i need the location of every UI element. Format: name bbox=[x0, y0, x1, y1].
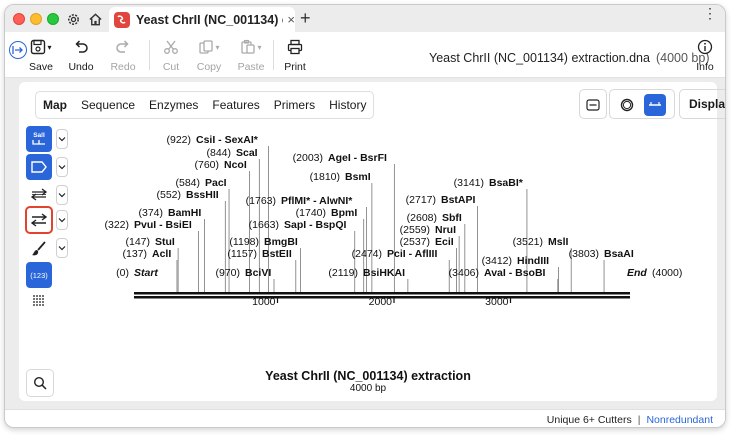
enzyme-labels: (137) AclI(147) StuI (322) PvuI - BsiEI(374)… bbox=[104, 134, 633, 279]
enzyme-name[interactable]: BpmI bbox=[331, 207, 357, 219]
enzyme-name[interactable]: BsaAI bbox=[604, 248, 634, 260]
enzyme-name[interactable]: BstAPI bbox=[441, 194, 476, 206]
enzyme-name[interactable]: NruI bbox=[435, 224, 456, 236]
enzyme-name[interactable]: BamHI bbox=[168, 207, 201, 219]
enzyme-name[interactable]: AgeI - BsrFI bbox=[328, 152, 387, 164]
site-position: (552) bbox=[156, 189, 181, 201]
site-position: (322) bbox=[104, 219, 129, 231]
site-position: (147) bbox=[125, 236, 150, 248]
site-position: (3521) bbox=[513, 236, 543, 248]
enzyme-name[interactable]: BsmI bbox=[345, 171, 371, 183]
site-position: (3141) bbox=[454, 177, 484, 189]
site-position: (2717) bbox=[406, 194, 436, 206]
side-panel-toggle[interactable] bbox=[9, 41, 27, 59]
site-position: (3406) bbox=[449, 267, 479, 279]
site-position: (2119) bbox=[328, 267, 358, 279]
enzyme-name[interactable]: PvuI - BsiEI bbox=[134, 219, 192, 231]
site-position: (760) bbox=[194, 159, 219, 171]
enzyme-name[interactable]: StuI bbox=[155, 236, 175, 248]
start-label: Start bbox=[134, 267, 158, 279]
map-subtitle: 4000 bp bbox=[349, 383, 387, 394]
site-position: (2474) bbox=[352, 248, 382, 260]
enzyme-name[interactable]: AclI bbox=[152, 248, 171, 260]
ruler-tick-label: 2000 bbox=[369, 296, 393, 308]
enzyme-name[interactable]: SbfI bbox=[442, 212, 462, 224]
site-position: (2003) bbox=[293, 152, 323, 164]
enzyme-name[interactable]: BciVI bbox=[245, 267, 271, 279]
sequence-backbone-top bbox=[134, 292, 630, 295]
enzyme-name[interactable]: BstEII bbox=[262, 248, 292, 260]
site-position: (2608) bbox=[407, 212, 437, 224]
end-position: (4000) bbox=[652, 267, 682, 279]
site-position: (1157) bbox=[227, 248, 257, 260]
site-position: (922) bbox=[166, 134, 191, 146]
site-position: (1198) bbox=[229, 236, 259, 248]
site-position: (1810) bbox=[310, 171, 340, 183]
enzyme-name[interactable]: BmgBI bbox=[264, 236, 298, 248]
site-position: (1740) bbox=[296, 207, 326, 219]
end-label: End bbox=[627, 267, 647, 279]
enzyme-name[interactable]: HindIII bbox=[517, 255, 549, 267]
ruler-tick-label: 3000 bbox=[485, 296, 509, 308]
ruler-tick-label: 1000 bbox=[252, 296, 276, 308]
enzyme-name[interactable]: MslI bbox=[548, 236, 569, 248]
enzyme-name[interactable]: PacI bbox=[205, 177, 227, 189]
enzyme-name[interactable]: BsaBI* bbox=[489, 177, 524, 189]
enzyme-name[interactable]: BsiHKAI bbox=[363, 267, 405, 279]
site-position: (2537) bbox=[400, 236, 430, 248]
site-position: (137) bbox=[122, 248, 147, 260]
site-position: (844) bbox=[206, 147, 231, 159]
site-position: (374) bbox=[138, 207, 163, 219]
site-position: (1663) bbox=[249, 219, 279, 231]
site-position: (3412) bbox=[482, 255, 512, 267]
site-position: (3803) bbox=[569, 248, 599, 260]
enzyme-name[interactable]: NcoI bbox=[224, 159, 247, 171]
site-position: (1763) bbox=[246, 195, 276, 207]
enzyme-name[interactable]: BssHII bbox=[186, 189, 219, 201]
start-position: (0) bbox=[116, 267, 129, 279]
enzyme-name[interactable]: EciI bbox=[435, 236, 454, 248]
site-position: (584) bbox=[175, 177, 200, 189]
site-position: (970) bbox=[215, 267, 240, 279]
sidebar-arrow-icon bbox=[12, 46, 23, 54]
enzyme-name[interactable]: ScaI bbox=[236, 147, 258, 159]
site-position: (2559) bbox=[400, 224, 430, 236]
enzyme-name[interactable]: AvaI - BsoBI bbox=[484, 267, 546, 279]
map-title: Yeast ChrII (NC_001134) extraction bbox=[265, 369, 471, 383]
enzyme-name[interactable]: PflMI* - AlwNI* bbox=[281, 195, 353, 207]
enzyme-name[interactable]: SapI - BspQI bbox=[284, 219, 347, 231]
enzyme-name[interactable]: PciI - AflIII bbox=[387, 248, 437, 260]
enzyme-name[interactable]: CsiI - SexAI* bbox=[196, 134, 259, 146]
